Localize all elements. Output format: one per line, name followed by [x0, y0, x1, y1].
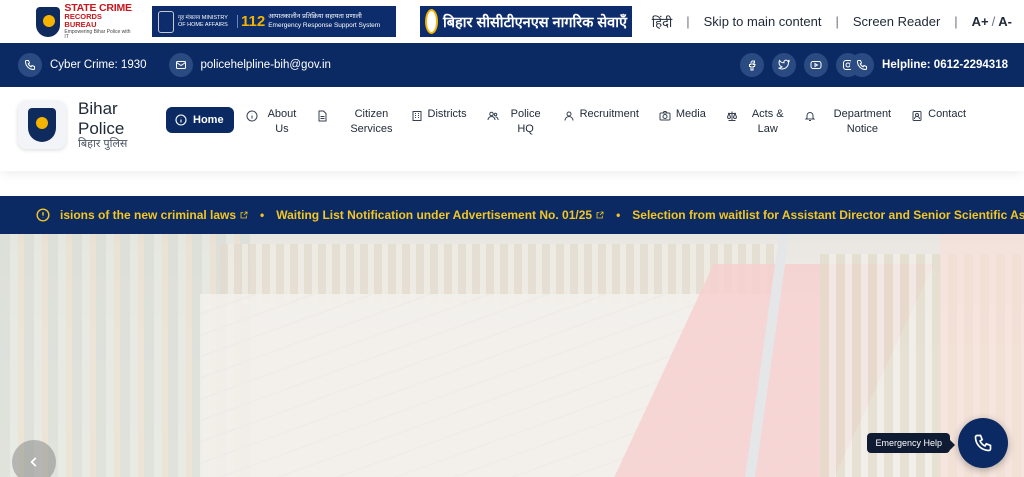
chevron-left-icon: [30, 457, 37, 467]
hero-banner-image: Emergency Help: [0, 234, 1024, 477]
primary-nav: Home About Us Citizen Services Districts…: [166, 107, 966, 137]
screen-reader-link[interactable]: Screen Reader: [853, 14, 940, 29]
external-link-icon: [596, 211, 604, 219]
people-icon: [487, 111, 499, 121]
nav-acts-law[interactable]: Acts & Law: [726, 107, 784, 137]
nav-citizen-services[interactable]: Citizen Services: [316, 107, 393, 137]
helpline-contact[interactable]: Helpline: 0612-2294318: [850, 53, 1008, 77]
ticker-item[interactable]: Selection from waitlist for Assistant Di…: [632, 208, 1024, 222]
shield-icon: [28, 107, 56, 142]
mail-icon: [168, 53, 193, 77]
cyber-crime-text: Cyber Crime: 1930: [50, 59, 147, 71]
info-icon: [246, 110, 258, 122]
citizen-services-text: बिहार सीसीटीएनएस नागरिक सेवाएँ: [443, 14, 627, 31]
font-size-controls: A+ / A-: [971, 14, 1012, 29]
font-decrease-button[interactable]: A-: [998, 14, 1012, 29]
hindi-link[interactable]: हिंदी: [652, 13, 673, 31]
brand-line1: Bihar: [78, 99, 118, 118]
document-icon: [318, 110, 327, 122]
phone-icon: [850, 53, 875, 77]
national-emblem-icon: [158, 10, 174, 33]
ticker-item[interactable]: isions of the new criminal laws: [60, 208, 248, 222]
nav-recruitment[interactable]: Recruitment: [563, 107, 639, 122]
helpline-text: Helpline: 0612-2294318: [882, 59, 1008, 71]
scrb-logo[interactable]: STATE CRIME RECORDS BUREAU Empowering Bi…: [36, 3, 132, 41]
info-icon: [175, 114, 187, 126]
cyber-crime-contact[interactable]: Cyber Crime: 1930: [18, 53, 147, 77]
police-badge-icon: [425, 9, 438, 34]
skip-to-main-link[interactable]: Skip to main content: [704, 14, 822, 29]
top-bar: STATE CRIME RECORDS BUREAU Empowering Bi…: [0, 0, 1024, 43]
twitter-icon[interactable]: [772, 53, 796, 77]
nav-contact[interactable]: Contact: [911, 107, 966, 122]
cctns-citizen-services-logo[interactable]: बिहार सीसीटीएनएस नागरिक सेवाएँ: [420, 6, 632, 37]
social-links: [740, 53, 860, 77]
brand-line2: Police: [78, 118, 125, 138]
scrb-tagline: Empowering Bihar Police with IT: [64, 29, 131, 41]
facebook-icon[interactable]: [740, 53, 764, 77]
site-brand[interactable]: Bihar Police बिहार पुलिस: [18, 99, 127, 151]
youtube-icon[interactable]: [804, 53, 828, 77]
news-ticker: isions of the new criminal laws • Waitin…: [0, 196, 1024, 234]
erss-desc-english: Emergency Response Support System: [268, 21, 381, 29]
nav-home[interactable]: Home: [166, 107, 234, 133]
font-increase-button[interactable]: A+: [972, 14, 989, 29]
contact-info-bar: Cyber Crime: 1930 policehelpline-bih@gov…: [0, 43, 1024, 87]
user-icon: [564, 111, 574, 121]
bell-icon: [804, 112, 815, 121]
bihar-police-logo: [18, 100, 66, 149]
ticker-item[interactable]: Waiting List Notification under Advertis…: [276, 208, 604, 222]
nav-media[interactable]: Media: [659, 107, 706, 122]
nav-department-notice[interactable]: Department Notice: [804, 107, 891, 137]
nav-police-hq[interactable]: Police HQ: [487, 107, 541, 137]
scrb-line2: RECORDS BUREAU: [64, 12, 102, 29]
erss-112-logo[interactable]: गृह मंत्रालय MINISTRY OF HOME AFFAIRS 11…: [152, 6, 396, 37]
erss-number: 112: [241, 13, 266, 30]
nav-about-us[interactable]: About Us: [246, 107, 296, 137]
email-contact[interactable]: policehelpline-bih@gov.in: [168, 53, 331, 77]
accessibility-links: हिंदी | Skip to main content | Screen Re…: [651, 13, 1012, 31]
erss-ministry: गृह मंत्रालय MINISTRY OF HOME AFFAIRS: [178, 15, 238, 28]
building-icon: [412, 111, 421, 121]
main-navbar: Bihar Police बिहार पुलिस Home About Us C…: [0, 87, 1024, 171]
contact-icon: [912, 111, 922, 121]
emergency-help-tooltip: Emergency Help: [867, 433, 955, 453]
erss-desc-hindi: आपातकालीन प्रतिक्रिया सहायता प्रणाली: [268, 13, 362, 21]
scale-icon: [726, 111, 737, 121]
carousel-prev-button[interactable]: [12, 440, 56, 477]
phone-icon: [974, 434, 992, 452]
scrb-badge-icon: [36, 6, 61, 37]
email-text: policehelpline-bih@gov.in: [200, 59, 331, 71]
alert-circle-icon: [36, 208, 50, 222]
phone-icon: [18, 53, 42, 77]
external-link-icon: [240, 211, 248, 219]
nav-districts[interactable]: Districts: [411, 107, 467, 122]
emergency-help-button[interactable]: [958, 418, 1008, 468]
camera-icon: [659, 111, 671, 121]
brand-hindi: बिहार पुलिस: [78, 138, 128, 151]
emergency-help-widget: Emergency Help: [867, 418, 1008, 468]
